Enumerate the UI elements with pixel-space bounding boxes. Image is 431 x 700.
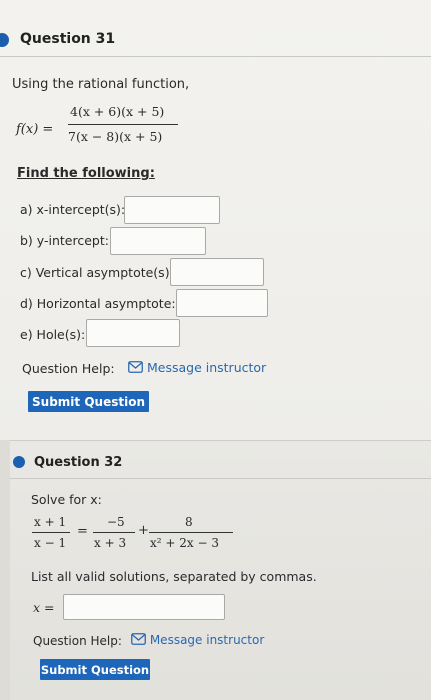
question-32-title: Question 32	[34, 455, 123, 470]
question-32-prompt: Solve for x:	[31, 492, 102, 507]
holes-input[interactable]	[86, 319, 180, 347]
part-a-label: a) x-intercept(s):	[20, 202, 126, 217]
y-intercept-input[interactable]	[110, 227, 206, 255]
panel-divider	[10, 440, 431, 441]
submit-question-32-button[interactable]: Submit Question	[40, 659, 150, 680]
vertical-asymptotes-input[interactable]	[170, 258, 264, 286]
fraction-1-numerator: x + 1	[34, 515, 67, 529]
message-instructor-link-32[interactable]: Message instructor	[131, 633, 264, 648]
solutions-input[interactable]	[63, 594, 225, 620]
question-32-help-label: Question Help:	[33, 634, 122, 648]
equals-sign: =	[77, 524, 88, 539]
question-31-intro: Using the rational function,	[12, 77, 190, 92]
envelope-icon	[131, 633, 146, 648]
x-intercepts-input[interactable]	[124, 196, 220, 224]
part-b-label: b) y-intercept:	[20, 233, 109, 248]
question-31-title: Question 31	[20, 31, 116, 47]
divider	[10, 478, 431, 479]
fraction-bar	[32, 532, 70, 533]
function-denominator: 7(x − 8)(x + 5)	[68, 129, 163, 144]
fraction-1-denominator: x − 1	[34, 536, 67, 550]
fraction-bar	[68, 124, 178, 125]
horizontal-asymptote-input[interactable]	[176, 289, 268, 317]
message-instructor-label: Message instructor	[149, 633, 265, 647]
fraction-2-numerator: −5	[107, 515, 125, 529]
question-31-help-label: Question Help:	[22, 361, 115, 376]
part-c-label: c) Vertical asymptote(s):	[20, 265, 174, 280]
part-d-label: d) Horizontal asymptote:	[20, 296, 176, 311]
fraction-2-denominator: x + 3	[94, 536, 127, 550]
divider	[0, 56, 431, 57]
function-numerator: 4(x + 6)(x + 5)	[70, 104, 165, 119]
plus-sign: +	[138, 523, 149, 538]
answer-label: x =	[33, 600, 55, 615]
message-instructor-link-31[interactable]: Message instructor	[128, 360, 266, 376]
submit-question-31-button[interactable]: Submit Question	[28, 391, 149, 412]
fraction-3-numerator: 8	[185, 515, 193, 529]
status-dot-icon	[13, 456, 25, 468]
function-lhs: f(x) =	[16, 122, 54, 137]
fraction-bar	[149, 532, 233, 533]
fraction-bar	[93, 532, 135, 533]
part-e-label: e) Hole(s):	[20, 327, 86, 342]
question-32-instruction: List all valid solutions, separated by c…	[31, 569, 317, 584]
fraction-3-denominator: x² + 2x − 3	[150, 536, 219, 550]
message-instructor-label: Message instructor	[146, 360, 267, 375]
find-heading: Find the following:	[17, 166, 155, 181]
envelope-icon	[128, 361, 143, 376]
